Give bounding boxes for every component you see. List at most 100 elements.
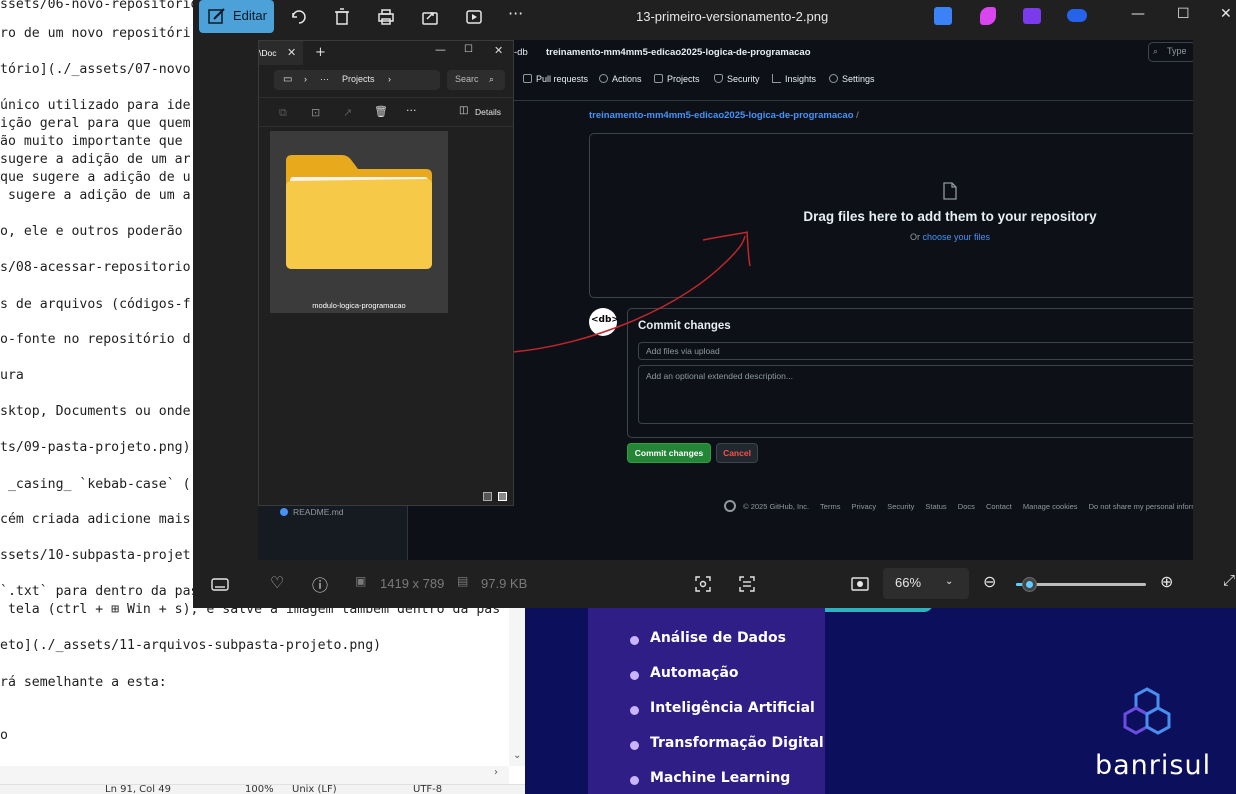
slide-item: Análise de Dados bbox=[650, 630, 786, 646]
editor-line: ts/09-pasta-projeto.png) bbox=[0, 440, 191, 455]
editor-line: ura bbox=[0, 368, 24, 383]
designer-app-icon[interactable] bbox=[934, 7, 952, 25]
explorer-tab-label: \Doc bbox=[259, 48, 277, 58]
view-toggle[interactable] bbox=[481, 491, 511, 503]
zoom-out-icon[interactable]: ⊖ bbox=[983, 572, 996, 592]
editor-line: ão muito importante que bbox=[0, 134, 183, 149]
chevron-right-icon: › bbox=[304, 74, 307, 84]
new-tab-icon[interactable]: + bbox=[315, 45, 326, 60]
editor-line: sugere a adição de um a bbox=[0, 188, 191, 203]
editor-line: ro de um novo repositóri bbox=[0, 26, 191, 41]
editor-line: o-fonte no repositório d bbox=[0, 332, 191, 347]
editor-line: s/08-acessar-repositorio bbox=[0, 260, 191, 275]
computer-icon: ▭ bbox=[283, 74, 293, 85]
resolution-icon: ▣ bbox=[355, 574, 367, 588]
clipchamp-app-icon[interactable] bbox=[1023, 8, 1041, 24]
maximize-icon[interactable]: ☐ bbox=[464, 44, 473, 55]
bullet-icon bbox=[630, 706, 639, 715]
editor-line: _casing_ `kebab-case` ( bbox=[0, 477, 191, 492]
info-icon[interactable]: ⓘ bbox=[312, 572, 328, 596]
slide-item: Inteligência Artificial bbox=[650, 700, 815, 716]
details-button[interactable]: Details bbox=[475, 107, 501, 117]
onedrive-icon[interactable] bbox=[1067, 9, 1087, 22]
zoom-slider-thumb[interactable] bbox=[1022, 577, 1037, 592]
slide-item: Automação bbox=[650, 665, 739, 681]
share-icon[interactable]: ↗ bbox=[343, 106, 352, 119]
delete-icon[interactable] bbox=[332, 7, 352, 27]
edit-button[interactable]: Editar bbox=[199, 0, 274, 33]
image-dimensions: 1419 x 789 bbox=[380, 576, 445, 591]
editor-line: sktop, Documents ou onde bbox=[0, 404, 191, 419]
zoom-value: 66% bbox=[895, 575, 922, 590]
fullscreen-icon[interactable]: ⤢ bbox=[1223, 572, 1235, 589]
editor-line: cém criada adicione mais bbox=[0, 512, 191, 527]
zoom-dropdown[interactable]: 66% ⌄ bbox=[883, 568, 969, 599]
filmstrip-icon[interactable] bbox=[210, 574, 230, 594]
banrisul-logo-icon bbox=[1123, 687, 1171, 735]
editor-line: ição geral para que quem bbox=[0, 116, 191, 131]
folder-label: modulo-logica-programacao bbox=[312, 301, 406, 310]
viewer-titlebar: Editar ··· 13-primeiro-versionamento-2.p… bbox=[193, 0, 1236, 40]
file-explorer-window: \Doc ✕ + — ☐ ✕ ▭ › ··· Projects › Searc … bbox=[258, 40, 514, 506]
close-tab-icon[interactable]: ✕ bbox=[287, 46, 296, 59]
slideshow-icon[interactable] bbox=[464, 7, 484, 27]
more-path-icon: ··· bbox=[320, 74, 329, 84]
explorer-search[interactable]: Searc ⌕ bbox=[447, 70, 505, 90]
details-pane-icon: ◫ bbox=[459, 105, 469, 116]
more-icon[interactable]: ··· bbox=[406, 104, 417, 117]
close-icon[interactable]: ✕ bbox=[494, 44, 503, 57]
cursor-position: Ln 91, Col 49 bbox=[105, 784, 171, 794]
cut-icon[interactable]: ⧉ bbox=[279, 106, 287, 120]
explorer-tab[interactable]: \Doc bbox=[259, 41, 303, 65]
zoom-slider[interactable] bbox=[1016, 577, 1146, 592]
editor-line: o, ele e outros poderão bbox=[0, 224, 183, 239]
select-icon[interactable] bbox=[693, 574, 713, 594]
details-view-icon[interactable] bbox=[483, 492, 492, 501]
address-bar[interactable]: ▭ › ··· Projects › bbox=[274, 70, 440, 90]
scroll-down-icon[interactable]: ⌄ bbox=[513, 750, 521, 761]
explorer-toolbar: ⧉ ⊡ ↗ 🗑 ··· ◫ Details bbox=[259, 97, 513, 127]
presentation-slide: Análise de Dados Automação Inteligência … bbox=[525, 608, 1236, 794]
chevron-down-icon: ⌄ bbox=[945, 576, 954, 587]
editor-line: ssets/06-novo-repositório bbox=[0, 0, 199, 12]
scroll-right-icon[interactable]: › bbox=[494, 767, 498, 778]
search-icon: ⌕ bbox=[489, 74, 495, 84]
copilot-app-icon[interactable] bbox=[980, 7, 996, 25]
bullet-icon bbox=[630, 741, 639, 750]
icons-view-icon[interactable] bbox=[498, 492, 507, 501]
maximize-icon[interactable]: ☐ bbox=[1177, 6, 1190, 22]
editor-line: o bbox=[0, 728, 8, 743]
banrisul-brand: banrisul bbox=[1095, 750, 1212, 781]
bullet-icon bbox=[630, 636, 639, 645]
zoom-in-icon[interactable]: ⊕ bbox=[1160, 572, 1173, 592]
line-ending: Unix (LF) bbox=[292, 784, 337, 794]
editor-line: que sugere a adição de u bbox=[0, 170, 191, 185]
delete-icon[interactable]: 🗑 bbox=[374, 105, 388, 118]
editor-line: único utilizado para ide bbox=[0, 98, 191, 113]
editor-zoom: 100% bbox=[245, 784, 274, 794]
text-scan-icon[interactable] bbox=[737, 574, 757, 594]
explorer-search-placeholder: Searc bbox=[455, 74, 479, 84]
horizontal-scrollbar[interactable]: › bbox=[0, 766, 509, 784]
more-icon[interactable]: ··· bbox=[508, 4, 523, 23]
viewer-title: 13-primeiro-versionamento-2.png bbox=[636, 9, 829, 24]
rotate-icon[interactable] bbox=[289, 7, 309, 27]
print-icon[interactable] bbox=[376, 7, 396, 27]
editor-line: `.txt` para dentro da pasta bbox=[0, 584, 215, 599]
slide-item: Machine Learning bbox=[650, 770, 791, 786]
share-icon[interactable] bbox=[420, 7, 440, 27]
file-size: 97.9 KB bbox=[481, 576, 528, 591]
bullet-icon bbox=[630, 671, 639, 680]
minimize-icon[interactable]: — bbox=[1131, 6, 1145, 22]
editor-line: tório](./_assets/07-novo bbox=[0, 62, 191, 77]
minimize-icon[interactable]: — bbox=[435, 43, 446, 56]
close-icon[interactable]: ✕ bbox=[1220, 6, 1232, 22]
address-current: Projects bbox=[342, 74, 375, 84]
folder-item[interactable]: modulo-logica-programacao bbox=[270, 131, 448, 313]
rename-icon[interactable]: ⊡ bbox=[311, 106, 320, 119]
encoding: UTF-8 bbox=[413, 784, 443, 794]
edit-icon bbox=[208, 8, 225, 24]
fit-icon[interactable] bbox=[850, 574, 870, 594]
desktop: ssets/06-novo-repositório ro de um novo … bbox=[0, 0, 1236, 794]
favorite-icon[interactable]: ♡ bbox=[270, 573, 284, 593]
